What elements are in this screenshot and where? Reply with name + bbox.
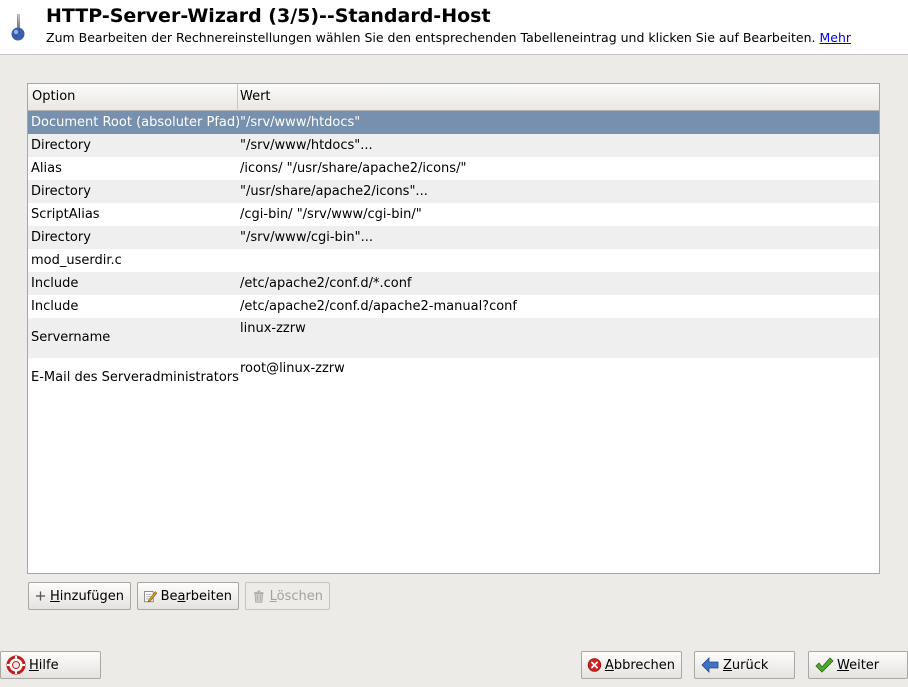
row-option: Directory: [31, 184, 91, 199]
row-value: root@linux-zzrw: [240, 361, 345, 376]
lifebuoy-icon: [6, 655, 26, 675]
options-table: Option Wert Document Root (absoluter Pfa…: [27, 83, 880, 574]
cancel-circle-icon: [587, 658, 602, 672]
plus-icon: [35, 591, 46, 601]
row-option: Directory: [31, 138, 91, 153]
edit-button-label: Bearbeiten: [160, 588, 232, 604]
delete-button[interactable]: Löschen: [245, 582, 330, 610]
row-value: linux-zzrw: [240, 321, 306, 336]
table-row[interactable]: Alias /icons/ "/usr/share/apache2/icons/…: [28, 157, 879, 180]
row-value: /icons/ "/usr/share/apache2/icons/": [240, 161, 467, 176]
edit-pencil-icon: [144, 591, 158, 603]
table-row[interactable]: Include /etc/apache2/conf.d/apache2-manu…: [28, 295, 879, 318]
checkmark-icon: [815, 657, 834, 673]
back-button-label: Zurück: [723, 657, 769, 673]
apache-feather-icon: [11, 14, 25, 41]
row-value: "/usr/share/apache2/icons"...: [240, 184, 428, 199]
edit-button[interactable]: Bearbeiten: [137, 582, 239, 610]
table-row[interactable]: Document Root (absoluter Pfad) "/srv/www…: [28, 111, 879, 134]
column-header-value[interactable]: Wert: [238, 84, 879, 110]
row-value: "/srv/www/htdocs": [240, 115, 361, 130]
row-option: ScriptAlias: [31, 207, 100, 222]
row-option: Include: [31, 276, 79, 291]
back-button[interactable]: Zurück: [694, 651, 795, 679]
row-option: mod_userdir.c: [31, 253, 122, 268]
add-button-label: Hinzufügen: [49, 588, 124, 604]
page-subtitle: Zum Bearbeiten der Rechnereinstellungen …: [46, 30, 851, 45]
row-option: Servername: [31, 330, 111, 345]
table-row[interactable]: Directory "/usr/share/apache2/icons"...: [28, 180, 879, 203]
next-button[interactable]: Weiter: [808, 651, 908, 679]
table-row[interactable]: mod_userdir.c: [28, 249, 879, 272]
trash-icon: [254, 590, 264, 603]
table-row[interactable]: Directory "/srv/www/cgi-bin"...: [28, 226, 879, 249]
row-option: Alias: [31, 161, 62, 176]
subtitle-text: Zum Bearbeiten der Rechnereinstellungen …: [46, 30, 816, 45]
row-value: /cgi-bin/ "/srv/www/cgi-bin/": [240, 207, 422, 222]
row-value: "/srv/www/cgi-bin"...: [240, 230, 374, 245]
help-button-label: Hilfe: [29, 657, 59, 673]
row-option: E-Mail des Serveradministrators: [31, 370, 239, 385]
table-row[interactable]: Directory "/srv/www/htdocs"...: [28, 134, 879, 157]
arrow-left-icon: [701, 657, 719, 673]
row-option: Include: [31, 299, 79, 314]
table-row[interactable]: ScriptAlias /cgi-bin/ "/srv/www/cgi-bin/…: [28, 203, 879, 226]
column-header-option[interactable]: Option: [28, 84, 238, 110]
table-header: Option Wert: [28, 84, 879, 111]
row-value: /etc/apache2/conf.d/apache2-manual?conf: [240, 299, 517, 314]
row-option: Document Root (absoluter Pfad): [31, 115, 241, 130]
abort-button-label: Abbrechen: [604, 657, 675, 673]
row-value: /etc/apache2/conf.d/*.conf: [240, 276, 412, 291]
add-button[interactable]: Hinzufügen: [28, 582, 131, 610]
row-value: "/srv/www/htdocs"...: [240, 138, 373, 153]
table-row[interactable]: Include /etc/apache2/conf.d/*.conf: [28, 272, 879, 295]
row-option: Directory: [31, 230, 91, 245]
delete-button-label: Löschen: [269, 588, 323, 604]
help-button[interactable]: Hilfe: [0, 651, 101, 679]
more-link[interactable]: Mehr: [819, 30, 851, 45]
table-row[interactable]: Servername linux-zzrw: [28, 318, 879, 358]
page-title: HTTP-Server-Wizard (3/5)--Standard-Host: [46, 5, 491, 27]
table-row[interactable]: E-Mail des Serveradministrators root@lin…: [28, 358, 879, 399]
wizard-header: HTTP-Server-Wizard (3/5)--Standard-Host …: [0, 0, 908, 55]
abort-button[interactable]: Abbrechen: [581, 651, 682, 679]
next-button-label: Weiter: [837, 657, 880, 673]
